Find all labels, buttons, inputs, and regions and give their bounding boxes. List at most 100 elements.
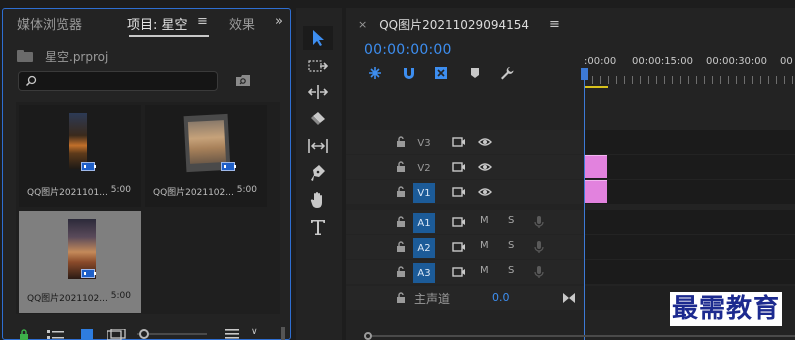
- track-target-a2[interactable]: A2: [413, 238, 435, 258]
- track-lane[interactable]: [584, 155, 795, 179]
- track-lane[interactable]: [584, 260, 795, 284]
- track-lane[interactable]: [584, 180, 795, 204]
- pen-tool-icon: [311, 165, 325, 181]
- track-lock-icon[interactable]: [396, 216, 406, 228]
- mute-button[interactable]: M: [480, 215, 489, 226]
- track-header: A2 M S: [346, 235, 584, 259]
- zoom-slider-handle[interactable]: [139, 329, 149, 339]
- mute-button[interactable]: M: [480, 265, 489, 276]
- scrollbar-track: [364, 335, 795, 337]
- timeline-clip[interactable]: [584, 180, 607, 203]
- add-marker-icon[interactable]: [468, 66, 482, 80]
- work-area-bar[interactable]: [584, 86, 608, 88]
- ruler-label: 00:00:15:00: [632, 56, 694, 67]
- microphone-icon[interactable]: [534, 240, 544, 254]
- scrollbar-handle[interactable]: [364, 332, 372, 340]
- track-header: V3: [346, 130, 584, 154]
- insert-nest-icon[interactable]: [368, 66, 382, 80]
- bin-clip-item-selected[interactable]: QQ图片2021102... 5:00: [19, 211, 141, 313]
- track-lane[interactable]: [584, 130, 795, 154]
- time-ruler[interactable]: :00:00 00:00:15:00 00:00:30:00 00: [584, 52, 795, 92]
- master-volume-value[interactable]: 0.0: [492, 291, 510, 304]
- selection-tool[interactable]: [303, 26, 333, 50]
- hand-tool[interactable]: [303, 188, 333, 212]
- ripple-edit-tool-icon: [308, 85, 328, 99]
- go-to-end-icon[interactable]: [562, 292, 576, 304]
- solo-button[interactable]: S: [508, 265, 514, 276]
- bin-clip-item[interactable]: QQ图片2021102... 5:00: [145, 105, 267, 207]
- track-lock-icon[interactable]: [396, 161, 406, 173]
- playhead-line: [584, 74, 585, 340]
- zoom-slider[interactable]: [137, 329, 207, 339]
- sequence-tab[interactable]: × QQ图片20211029094154 ≡: [358, 16, 560, 33]
- track-target-v3[interactable]: V3: [413, 133, 435, 153]
- tab-effects[interactable]: 效果: [229, 14, 255, 33]
- track-lane[interactable]: [584, 210, 795, 234]
- ruler-label: :00:00: [584, 56, 617, 67]
- wrench-settings-icon[interactable]: [500, 66, 514, 80]
- timeline-clip[interactable]: [584, 155, 607, 178]
- linked-selection-icon[interactable]: [434, 66, 448, 80]
- chevron-down-icon[interactable]: ∨: [251, 327, 258, 337]
- list-view-icon[interactable]: [47, 330, 65, 340]
- clip-thumbnail: [69, 113, 87, 169]
- close-icon[interactable]: ×: [358, 18, 367, 31]
- track-target-v2[interactable]: V2: [413, 158, 435, 178]
- tab-media-browser[interactable]: 媒体浏览器: [17, 14, 82, 33]
- sync-lock-icon[interactable]: [452, 241, 466, 253]
- sync-lock-icon[interactable]: [452, 216, 466, 228]
- mute-button[interactable]: M: [480, 240, 489, 251]
- sync-lock-icon[interactable]: [452, 186, 466, 198]
- pen-tool[interactable]: [303, 161, 333, 185]
- track-lock-icon[interactable]: [396, 186, 406, 198]
- sync-lock-icon[interactable]: [452, 136, 466, 148]
- watermark-logo: 最需教育: [670, 292, 783, 326]
- selection-tool-icon: [313, 30, 324, 46]
- sync-lock-icon[interactable]: [452, 161, 466, 173]
- ripple-edit-tool[interactable]: [303, 80, 333, 104]
- double-chevron-right-icon[interactable]: »: [275, 14, 283, 29]
- track-target-a1[interactable]: A1: [413, 213, 435, 233]
- eye-icon[interactable]: [478, 161, 492, 173]
- project-footer: ∨: [3, 327, 290, 340]
- hamburger-menu-icon[interactable]: ≡: [197, 14, 208, 29]
- track-lane[interactable]: [584, 235, 795, 259]
- bin-clip-item[interactable]: QQ图片2021101... 5:00: [19, 105, 141, 207]
- slip-tool[interactable]: [303, 134, 333, 158]
- slip-tool-icon: [308, 139, 328, 153]
- sync-lock-icon[interactable]: [452, 266, 466, 278]
- freeform-view-icon[interactable]: [107, 329, 127, 340]
- sort-menu-icon[interactable]: [225, 329, 239, 339]
- track-lock-icon[interactable]: [396, 266, 406, 278]
- track-lock-icon[interactable]: [396, 292, 406, 304]
- track-select-tool[interactable]: [303, 54, 333, 78]
- track-lock-icon[interactable]: [396, 136, 406, 148]
- search-input[interactable]: [18, 71, 218, 91]
- tools-panel: [296, 8, 342, 340]
- type-tool-icon: [311, 220, 325, 235]
- lock-icon[interactable]: [19, 329, 29, 340]
- type-tool[interactable]: [303, 215, 333, 239]
- playhead-timecode[interactable]: 00:00:00:00: [364, 42, 452, 58]
- microphone-icon[interactable]: [534, 265, 544, 279]
- solo-button[interactable]: S: [508, 215, 514, 226]
- microphone-icon[interactable]: [534, 215, 544, 229]
- eye-icon[interactable]: [478, 136, 492, 148]
- timeline-horizontal-scrollbar[interactable]: [364, 332, 795, 340]
- tab-project[interactable]: 项目: 星空: [127, 14, 188, 33]
- snap-magnet-icon[interactable]: [402, 66, 416, 80]
- search-icon: [25, 75, 37, 87]
- panel-scrollbar[interactable]: [281, 327, 285, 340]
- icon-view-icon[interactable]: [81, 329, 93, 340]
- hamburger-menu-icon[interactable]: ≡: [549, 17, 560, 32]
- solo-button[interactable]: S: [508, 240, 514, 251]
- razor-tool[interactable]: [303, 107, 333, 131]
- track-header: V1: [346, 180, 584, 204]
- track-target-v1[interactable]: V1: [413, 183, 435, 203]
- eye-icon[interactable]: [478, 186, 492, 198]
- new-search-bin-icon[interactable]: [235, 74, 251, 87]
- track-target-a3[interactable]: A3: [413, 263, 435, 283]
- track-lock-icon[interactable]: [396, 241, 406, 253]
- audio-track-a3: A3 M S: [346, 260, 795, 284]
- audio-track-a2: A2 M S: [346, 235, 795, 259]
